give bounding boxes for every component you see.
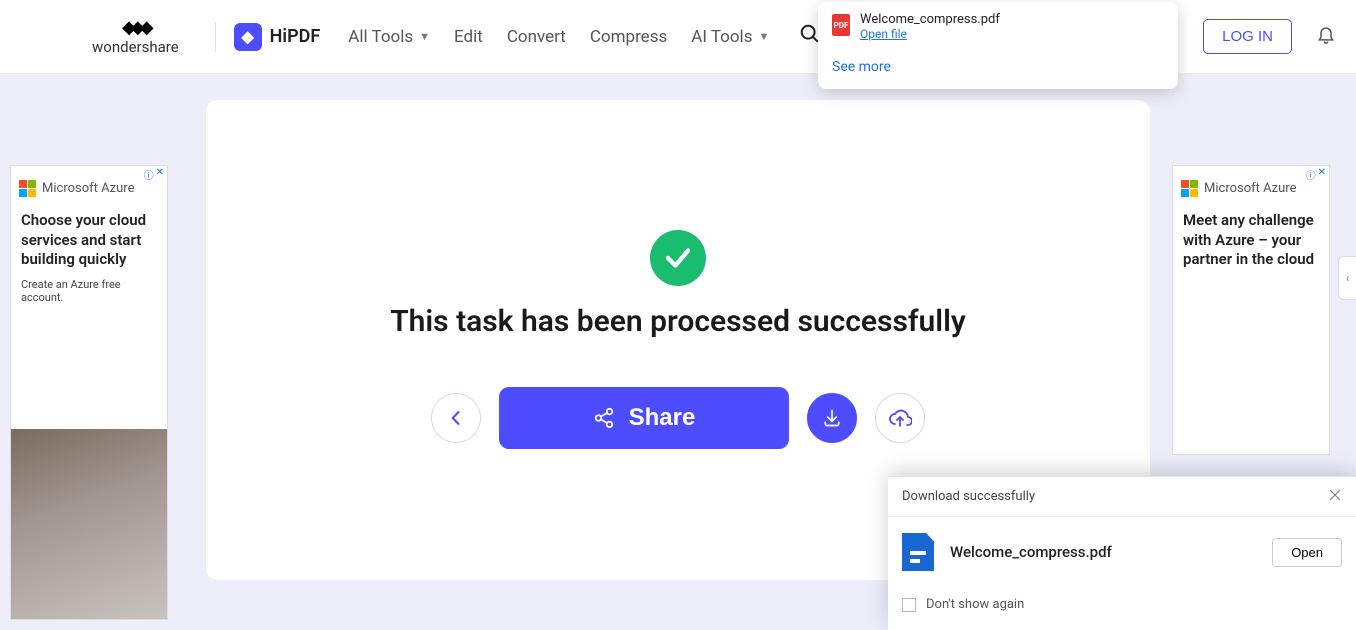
download-filename: Welcome_compress.pdf	[860, 12, 1000, 27]
close-icon	[1328, 488, 1342, 502]
ad-subtext: Create an Azure free account.	[11, 278, 167, 312]
divider	[215, 22, 216, 52]
notifications-button[interactable]	[1316, 24, 1336, 49]
chevron-left-icon: ‹	[1346, 271, 1350, 285]
dont-show-label: Don't show again	[926, 597, 1024, 612]
cloud-upload-icon	[888, 406, 912, 430]
toast-open-button[interactable]: Open	[1272, 538, 1342, 567]
share-button[interactable]: Share	[499, 387, 789, 449]
microsoft-logo-icon	[1181, 180, 1198, 197]
adchoices-icon[interactable]: ⓘ✕	[141, 166, 167, 183]
nav-all-tools[interactable]: All Tools ▼	[348, 27, 430, 47]
ad-headline: Choose your cloud services and start bui…	[11, 205, 167, 278]
file-icon	[902, 533, 934, 571]
share-icon	[593, 407, 615, 429]
dont-show-checkbox[interactable]	[902, 598, 916, 612]
header-right: LOG IN	[1203, 19, 1336, 54]
toast-close-button[interactable]	[1328, 487, 1342, 506]
chevron-down-icon: ▼	[758, 30, 769, 43]
pdf-icon: PDF	[832, 14, 850, 36]
cloud-upload-button[interactable]	[875, 393, 925, 443]
toast-title: Download successfully	[902, 489, 1035, 504]
login-button[interactable]: LOG IN	[1203, 19, 1292, 54]
see-more-link[interactable]: See more	[832, 59, 1164, 75]
wondershare-mark-icon: ◆◆◆	[122, 17, 149, 38]
success-title: This task has been processed successfull…	[390, 304, 966, 339]
hipdf-logo[interactable]: ◆ HiPDF	[234, 23, 321, 51]
download-button[interactable]	[807, 393, 857, 443]
hipdf-icon: ◆	[234, 23, 262, 51]
action-row: Share	[431, 387, 925, 449]
ad-brand: Microsoft Azure	[1204, 181, 1296, 196]
wondershare-label: wondershare	[92, 38, 179, 56]
toast-filename: Welcome_compress.pdf	[950, 543, 1256, 561]
open-file-link[interactable]: Open file	[860, 27, 1000, 41]
ad-left[interactable]: ⓘ✕ Microsoft Azure Choose your cloud ser…	[10, 165, 168, 620]
microsoft-logo-icon	[19, 180, 36, 197]
download-icon	[822, 408, 842, 428]
hipdf-label: HiPDF	[270, 26, 321, 47]
share-label: Share	[629, 404, 696, 432]
login-label: LOG IN	[1222, 28, 1273, 45]
back-button[interactable]	[431, 393, 481, 443]
nav-label: Edit	[454, 27, 483, 47]
open-label: Open	[1291, 545, 1323, 560]
success-icon	[650, 230, 706, 286]
bell-icon	[1316, 24, 1336, 44]
ad-brand: Microsoft Azure	[42, 181, 134, 196]
wondershare-logo[interactable]: ◆◆◆ wondershare	[92, 17, 179, 56]
chevron-left-icon	[446, 408, 466, 428]
nav-label: Convert	[507, 27, 566, 47]
nav-edit[interactable]: Edit	[454, 27, 483, 47]
chevron-down-icon: ▼	[419, 30, 430, 43]
nav-ai-tools[interactable]: AI Tools ▼	[691, 27, 769, 47]
ad-right[interactable]: ⓘ✕ Microsoft Azure Meet any challenge wi…	[1172, 165, 1330, 455]
ad-image	[11, 429, 167, 619]
nav-label: AI Tools	[691, 27, 752, 47]
nav-compress[interactable]: Compress	[590, 27, 667, 47]
side-expand-tab[interactable]: ‹	[1338, 256, 1356, 300]
download-toast: Download successfully Welcome_compress.p…	[888, 476, 1356, 630]
browser-download-popup: PDF Welcome_compress.pdf Open file See m…	[818, 2, 1178, 89]
nav-label: All Tools	[348, 27, 413, 47]
nav-label: Compress	[590, 27, 667, 47]
nav-convert[interactable]: Convert	[507, 27, 566, 47]
adchoices-icon[interactable]: ⓘ✕	[1303, 166, 1329, 183]
ad-headline: Meet any challenge with Azure – your par…	[1173, 205, 1329, 278]
